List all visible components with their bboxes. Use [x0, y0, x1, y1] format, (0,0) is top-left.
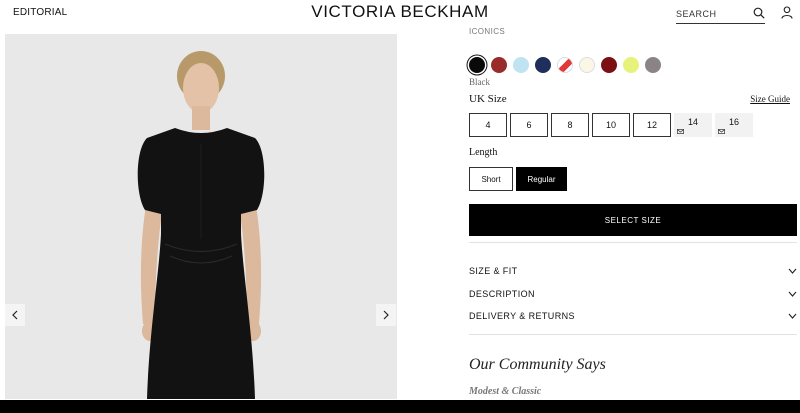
size-option-label: 6 — [526, 120, 532, 130]
size-option-10[interactable]: 10 — [592, 113, 630, 137]
size-option-4[interactable]: 4 — [469, 113, 507, 137]
color-swatch-red-white[interactable] — [557, 57, 573, 73]
chevron-down-icon — [788, 268, 797, 274]
size-option-12[interactable]: 12 — [633, 113, 671, 137]
size-option-label: 12 — [646, 120, 657, 130]
size-option-6[interactable]: 6 — [510, 113, 548, 137]
site-header: EDITORIAL VICTORIA BECKHAM — [0, 0, 800, 30]
divider — [469, 334, 797, 335]
size-option-8[interactable]: 8 — [551, 113, 589, 137]
size-option-14[interactable]: 14 — [674, 113, 712, 137]
length-label: Length — [469, 147, 498, 158]
size-option-label: 8 — [567, 120, 573, 130]
color-swatch-black[interactable] — [469, 57, 485, 73]
product-image — [5, 34, 397, 399]
length-options: Short Regular — [469, 167, 567, 191]
length-regular-button[interactable]: Regular — [516, 167, 567, 191]
accordion-delivery-returns[interactable]: DELIVERY & RETURNS — [469, 308, 797, 324]
size-option-label: 4 — [485, 120, 491, 130]
select-size-button[interactable]: SELECT SIZE — [469, 204, 797, 236]
collection-label[interactable]: ICONICS — [469, 27, 505, 36]
selected-color-name: Black — [469, 77, 490, 87]
size-label: UK Size — [469, 93, 507, 105]
chevron-down-icon — [788, 291, 797, 297]
gallery-prev-button[interactable] — [5, 304, 25, 326]
accordion-label: SIZE & FIT — [469, 266, 518, 276]
color-swatch-dark-red[interactable] — [601, 57, 617, 73]
search-icon[interactable] — [753, 7, 765, 19]
color-swatches — [469, 57, 661, 73]
gallery-next-button[interactable] — [376, 304, 396, 326]
nav-editorial-link[interactable]: EDITORIAL — [13, 7, 67, 18]
color-swatch-light-blue[interactable] — [513, 57, 529, 73]
chevron-left-icon — [12, 310, 18, 320]
search-input[interactable] — [676, 5, 751, 23]
color-swatch-grey[interactable] — [645, 57, 661, 73]
chevron-right-icon — [383, 310, 389, 320]
accordion-description[interactable]: DESCRIPTION — [469, 286, 797, 302]
search-box — [676, 4, 765, 24]
review-title: Modest & Classic — [469, 386, 542, 397]
color-swatch-burgundy-red[interactable] — [491, 57, 507, 73]
accordion-size-fit[interactable]: SIZE & FIT — [469, 263, 797, 279]
size-option-label: 14 — [687, 117, 698, 127]
account-icon[interactable] — [781, 6, 793, 19]
product-gallery — [5, 34, 397, 399]
product-details: ICONICS Black UK Size Size Guide 4 6 8 10 12… — [469, 27, 797, 400]
mail-icon — [677, 129, 684, 134]
mail-icon — [718, 129, 725, 134]
community-heading: Our Community Says — [469, 356, 606, 373]
color-swatch-cream[interactable] — [579, 57, 595, 73]
chevron-down-icon — [788, 313, 797, 319]
color-swatch-navy[interactable] — [535, 57, 551, 73]
brand-logo[interactable]: VICTORIA BECKHAM — [311, 2, 488, 21]
color-swatch-lime[interactable] — [623, 57, 639, 73]
accordion-label: DESCRIPTION — [469, 289, 535, 299]
size-option-16[interactable]: 16 — [715, 113, 753, 137]
size-options: 4 6 8 10 12 14 16 — [469, 113, 753, 137]
size-option-label: 10 — [605, 120, 616, 130]
size-guide-link[interactable]: Size Guide — [750, 94, 790, 104]
divider — [469, 242, 797, 243]
bottom-bar — [0, 400, 800, 413]
length-short-button[interactable]: Short — [469, 167, 513, 191]
accordion-label: DELIVERY & RETURNS — [469, 311, 575, 321]
size-option-label: 16 — [728, 117, 739, 127]
